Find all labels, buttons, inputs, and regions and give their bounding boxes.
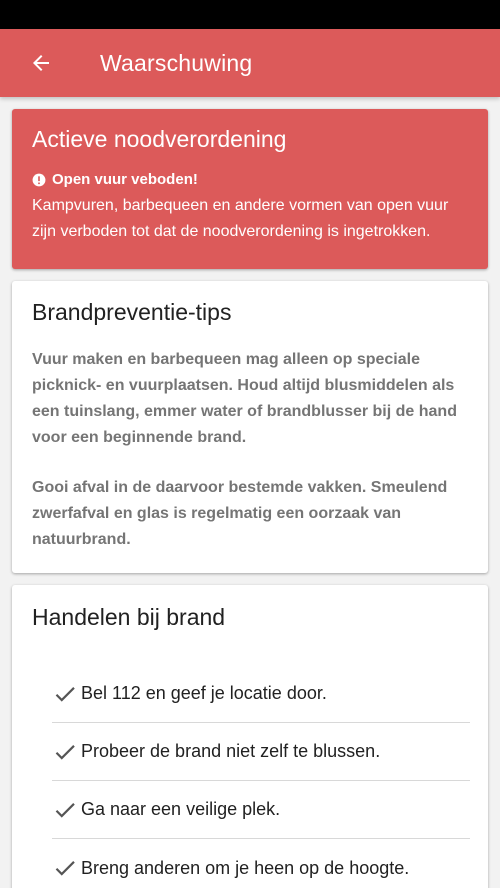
checkmark-icon [52,855,78,881]
actions-title: Handelen bij brand [32,604,226,630]
checklist-item-label: Ga naar een veilige plek. [81,799,281,819]
page-title: Waarschuwing [100,49,253,76]
fire-prevention-tips-card: Brandpreventie-tips Vuur maken en barbeq… [12,281,488,573]
app-bar: Waarschuwing [0,29,500,97]
arrow-left-icon [33,55,49,71]
tips-paragraph: Vuur maken en barbequeen mag alleen op s… [32,351,457,446]
main-content: Actieve noodverordening Open vuur vebode… [0,97,500,888]
checkmark-icon [52,681,78,707]
checkmark-icon [52,739,78,765]
alert-text: Kampvuren, barbequeen en andere vormen v… [32,197,449,240]
checklist-item: Bel 112 en geef je locatie door. [52,665,470,723]
alert-subtitle-row: Open vuur veboden! [32,171,468,188]
checklist-item-label: Bel 112 en geef je locatie door. [81,683,327,703]
actions-checklist: Bel 112 en geef je locatie door. Probeer… [52,665,470,888]
checklist-item: Ga naar een veilige plek. [52,781,470,839]
tips-paragraph: Gooi afval in de daarvoor bestemde vakke… [32,479,448,548]
tips-title: Brandpreventie-tips [32,299,232,325]
alert-title: Actieve noodverordening [32,126,287,152]
checklist-item: Breng anderen om je heen op de hoogte. [52,839,470,888]
checklist-item-label: Probeer de brand niet zelf te blussen. [81,741,381,761]
emergency-alert-card: Actieve noodverordening Open vuur vebode… [12,109,488,269]
checklist-item-label: Breng anderen om je heen op de hoogte. [81,857,410,878]
checkmark-icon [52,797,78,823]
fire-actions-card: Handelen bij brand Bel 112 en geef je lo… [12,585,488,888]
back-button[interactable] [0,29,82,97]
status-bar [0,0,500,29]
exclamation-circle-icon [32,173,46,187]
checklist-item: Probeer de brand niet zelf te blussen. [52,723,470,781]
alert-subtitle: Open vuur veboden! [52,171,198,188]
